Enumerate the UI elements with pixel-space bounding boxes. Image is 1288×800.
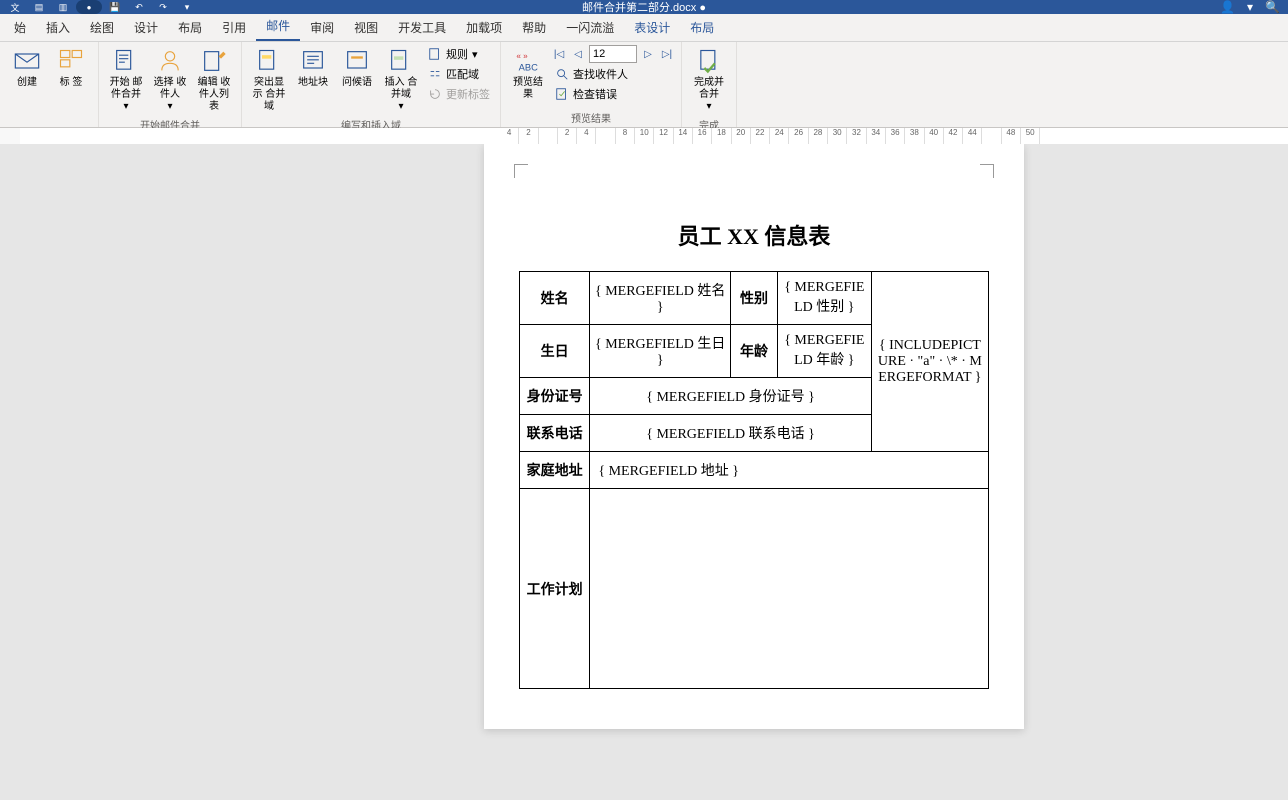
age-field[interactable]: { MERGEFIELD 年龄 } <box>777 325 871 378</box>
labels-button[interactable]: 标 签 <box>50 45 92 91</box>
edit-recipient-list-button[interactable]: 编辑 收件人列表 <box>193 45 235 115</box>
rules-button[interactable]: 规则▾ <box>424 45 494 63</box>
tab-draw[interactable]: 绘图 <box>80 14 124 41</box>
tab-design[interactable]: 设计 <box>124 14 168 41</box>
insert-merge-field-button[interactable]: 插入 合并域▾ <box>380 45 422 115</box>
record-navigation: |◁ ◁ ▷ ▷| <box>551 45 675 63</box>
group-write-fields: 突出显示 合并域 地址块 问候语 插入 合并域▾ 规则▾ 匹配域 更新标签 编写… <box>242 42 501 127</box>
group-finish: 完成并合并▾ 完成 <box>682 42 737 127</box>
quick-access-toolbar: 文 ▤ ▥ ● 💾 ↶ ↷ ▾ <box>0 0 198 14</box>
group-create: 创建 标 签 <box>0 42 99 127</box>
photo-field[interactable]: { INCLUDEPICTURE · "a" · \* · MERGEFORMA… <box>871 272 988 452</box>
save-icon[interactable]: 💾 <box>104 0 126 14</box>
ribbon-options-icon[interactable]: ▾ <box>1247 0 1253 14</box>
tab-addins[interactable]: 加载项 <box>456 14 512 41</box>
qat-item[interactable]: ▥ <box>52 0 74 14</box>
preview-results-button[interactable]: « »ABC预览结果 <box>507 45 549 103</box>
address-label[interactable]: 家庭地址 <box>520 452 590 489</box>
first-record-icon[interactable]: |◁ <box>551 46 567 62</box>
match-fields-button[interactable]: 匹配域 <box>424 65 494 83</box>
age-label[interactable]: 年龄 <box>731 325 778 378</box>
tab-view[interactable]: 视图 <box>344 14 388 41</box>
envelopes-button[interactable]: 创建 <box>6 45 48 91</box>
tab-layout[interactable]: 布局 <box>168 14 212 41</box>
tab-table-layout[interactable]: 布局 <box>680 14 724 41</box>
ruler[interactable]: 4224810121416182022242628303234363840424… <box>0 128 1288 144</box>
group-label: 预览结果 <box>507 108 675 127</box>
tab-review[interactable]: 审阅 <box>300 14 344 41</box>
document-area[interactable]: 员工 XX 信息表 姓名 { MERGEFIELD 姓名 } 性别 { MERG… <box>0 144 1288 800</box>
address-field[interactable]: { MERGEFIELD 地址 } <box>590 452 989 489</box>
svg-text:« »: « » <box>516 52 528 61</box>
margin-marker <box>980 164 994 178</box>
name-field[interactable]: { MERGEFIELD 姓名 } <box>590 272 731 325</box>
name-label[interactable]: 姓名 <box>520 272 590 325</box>
finish-merge-button[interactable]: 完成并合并▾ <box>688 45 730 115</box>
phone-label[interactable]: 联系电话 <box>520 415 590 452</box>
margin-marker <box>514 164 528 178</box>
plan-label[interactable]: 工作计划 <box>520 489 590 689</box>
tab-table-design[interactable]: 表设计 <box>624 14 680 41</box>
greeting-line-button[interactable]: 问候语 <box>336 45 378 91</box>
birthday-field[interactable]: { MERGEFIELD 生日 } <box>590 325 731 378</box>
ribbon-tabs: 始 插入 绘图 设计 布局 引用 邮件 审阅 视图 开发工具 加载项 帮助 一闪… <box>0 14 1288 42</box>
group-start-merge: 开始 邮件合并▾ 选择 收件人▾ 编辑 收件人列表 开始邮件合并 <box>99 42 242 127</box>
id-label[interactable]: 身份证号 <box>520 378 590 415</box>
titlebar: 文 ▤ ▥ ● 💾 ↶ ↷ ▾ 邮件合并第二部分.docx ● 👤 ▾ 🔍 <box>0 0 1288 14</box>
search-icon[interactable]: 🔍 <box>1265 0 1280 14</box>
id-field[interactable]: { MERGEFIELD 身份证号 } <box>590 378 871 415</box>
qat-more-icon[interactable]: ▾ <box>176 0 198 14</box>
last-record-icon[interactable]: ▷| <box>659 46 675 62</box>
qat-item[interactable]: ▤ <box>28 0 50 14</box>
user-icon[interactable]: 👤 <box>1220 0 1235 14</box>
titlebar-right: 👤 ▾ 🔍 <box>1220 0 1280 14</box>
address-block-button[interactable]: 地址块 <box>292 45 334 91</box>
check-errors-button[interactable]: 检查错误 <box>551 85 675 103</box>
tab-mailings[interactable]: 邮件 <box>256 12 300 41</box>
find-recipient-button[interactable]: 查找收件人 <box>551 65 675 83</box>
svg-text:ABC: ABC <box>519 62 538 72</box>
tab-help[interactable]: 帮助 <box>512 14 556 41</box>
prev-record-icon[interactable]: ◁ <box>570 46 586 62</box>
tab-extra[interactable]: 一闪流溢 <box>556 14 624 41</box>
tab-home[interactable]: 始 <box>4 14 36 41</box>
group-preview: « »ABC预览结果 |◁ ◁ ▷ ▷| 查找收件人 检查错误 预览结果 <box>501 42 682 127</box>
record-number-input[interactable] <box>589 45 637 63</box>
undo-icon[interactable]: ↶ <box>128 0 150 14</box>
plan-field[interactable] <box>590 489 989 689</box>
next-record-icon[interactable]: ▷ <box>640 46 656 62</box>
document-heading[interactable]: 员工 XX 信息表 <box>519 219 989 251</box>
birthday-label[interactable]: 生日 <box>520 325 590 378</box>
tab-developer[interactable]: 开发工具 <box>388 14 456 41</box>
gender-field[interactable]: { MERGEFIELD 性别 } <box>777 272 871 325</box>
document-title: 邮件合并第二部分.docx ● <box>582 0 706 15</box>
select-recipients-button[interactable]: 选择 收件人▾ <box>149 45 191 115</box>
employee-info-table[interactable]: 姓名 { MERGEFIELD 姓名 } 性别 { MERGEFIELD 性别 … <box>519 271 989 689</box>
page[interactable]: 员工 XX 信息表 姓名 { MERGEFIELD 姓名 } 性别 { MERG… <box>484 144 1024 729</box>
redo-icon[interactable]: ↷ <box>152 0 174 14</box>
autosave-toggle[interactable]: ● <box>76 0 102 14</box>
file-tab[interactable]: 文 <box>4 0 26 14</box>
highlight-merge-fields-button[interactable]: 突出显示 合并域 <box>248 45 290 115</box>
ribbon-content: 创建 标 签 开始 邮件合并▾ 选择 收件人▾ 编辑 收件人列表 开始邮件合并 … <box>0 42 1288 128</box>
gender-label[interactable]: 性别 <box>731 272 778 325</box>
update-labels-button[interactable]: 更新标签 <box>424 85 494 103</box>
tab-references[interactable]: 引用 <box>212 14 256 41</box>
start-mail-merge-button[interactable]: 开始 邮件合并▾ <box>105 45 147 115</box>
phone-field[interactable]: { MERGEFIELD 联系电话 } <box>590 415 871 452</box>
tab-insert[interactable]: 插入 <box>36 14 80 41</box>
